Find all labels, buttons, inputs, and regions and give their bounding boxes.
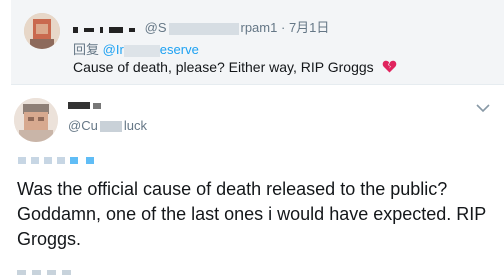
handle-end[interactable]: rpam1 [241,20,278,35]
tweet-date[interactable]: 7月1日 [289,20,329,35]
handle-start[interactable]: @S [145,20,167,35]
avatar[interactable] [24,13,60,49]
tweet-handle[interactable]: @Cu luck [68,118,147,133]
mention-end[interactable]: eserve [160,42,199,57]
quoted-tweet-header: @S rpam1 · 7月1日 [73,17,329,36]
display-name-redacted-2 [93,103,101,109]
broken-heart-icon [382,60,396,73]
reply-mention-link[interactable]: @Ir eserve [103,42,199,57]
mention-start[interactable]: @Ir [103,42,124,57]
chevron-down-icon[interactable] [475,103,491,113]
reply-label: 回复 [73,42,100,57]
handle-end[interactable]: luck [124,118,147,133]
tweet-text: Was the official cause of death released… [17,179,486,249]
display-name-redacted[interactable] [73,21,141,36]
separator-dot: · [280,20,286,35]
translate-link-redacted[interactable] [18,157,99,167]
reply-context: 回复 @Ir eserve [73,39,199,58]
handle-redacted [168,22,239,35]
handle-start[interactable]: @Cu [68,118,98,133]
quoted-tweet[interactable]: @S rpam1 · 7月1日 回复 @Ir eserve Cause of dea… [11,0,504,85]
avatar[interactable] [14,98,58,142]
handle-redacted [99,121,122,133]
quoted-tweet-text: Cause of death, please? Either way, RIP … [73,59,397,75]
tweet-meta-redacted [17,262,77,275]
display-name-redacted[interactable] [68,102,90,109]
mention-redacted [123,44,160,57]
quoted-tweet-body: Cause of death, please? Either way, RIP … [73,59,374,75]
